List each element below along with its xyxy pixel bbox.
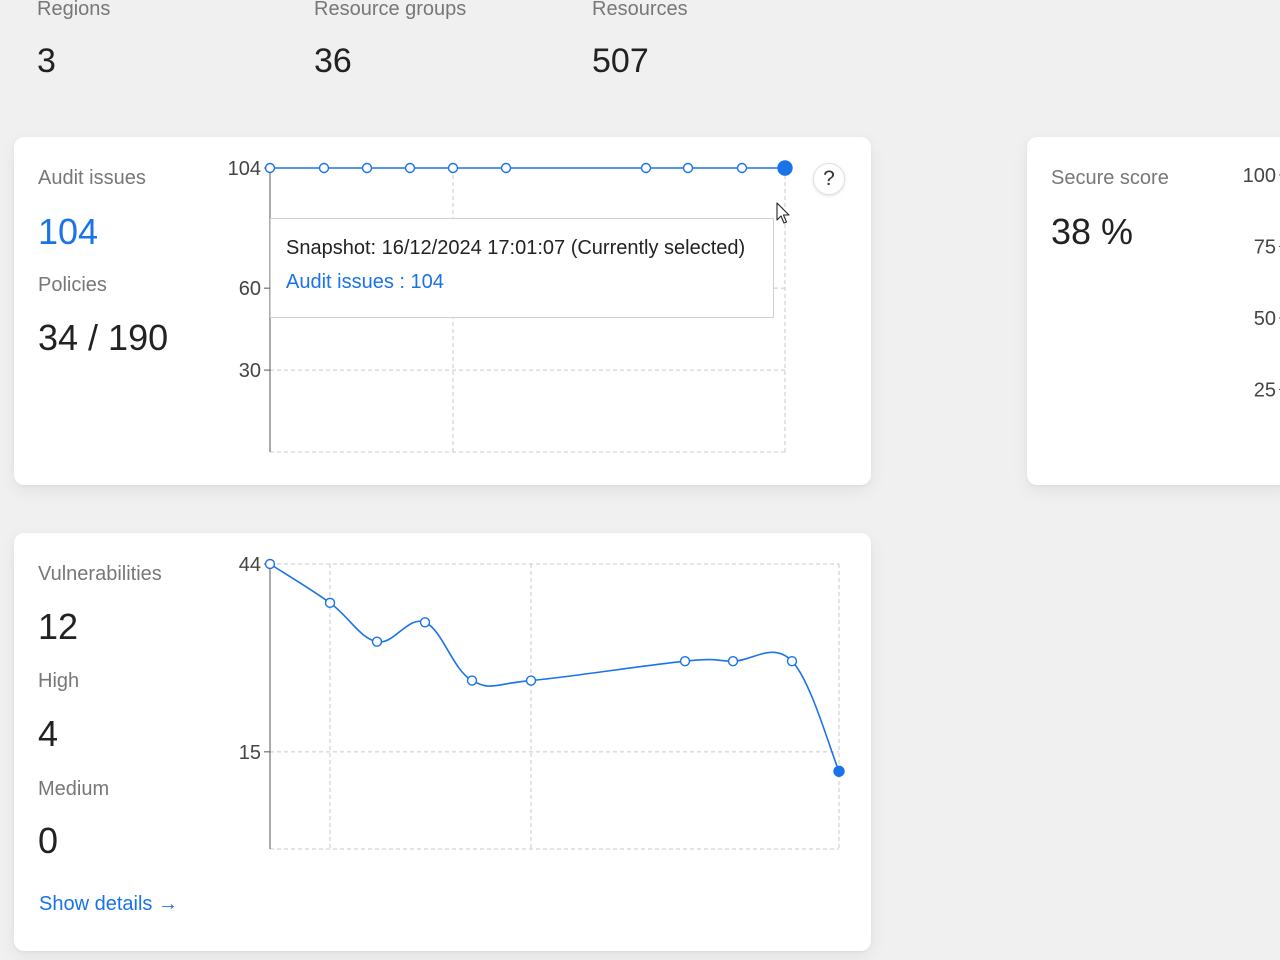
y-tick-label: 50	[1254, 308, 1276, 330]
tooltip-value: Audit issues : 104	[286, 271, 444, 293]
y-tick-label: 25	[1254, 380, 1276, 402]
stat-resource-groups-value: 36	[314, 42, 352, 80]
help-button[interactable]: ?	[813, 163, 845, 195]
stat-resources-label: Resources	[592, 0, 688, 20]
series-line	[269, 563, 840, 772]
stat-regions-value: 3	[37, 42, 56, 80]
y-tick-label: 100	[1243, 165, 1276, 187]
data-point	[679, 655, 691, 667]
stat-resource-groups-label: Resource groups	[314, 0, 467, 20]
data-point	[371, 636, 383, 647]
data-point	[727, 655, 739, 667]
data-point	[264, 162, 276, 174]
vulnerabilities-chart[interactable]: 44 15	[14, 533, 871, 951]
y-tick-label: 104	[228, 158, 261, 180]
secure-score-chart[interactable]: 100 75 50 25	[1027, 137, 1280, 485]
stat-regions-label: Regions	[37, 0, 111, 20]
data-point-selected	[777, 160, 793, 176]
data-point	[404, 162, 416, 174]
y-tick-label: 44	[239, 554, 261, 576]
data-point	[361, 162, 373, 174]
y-tick-label: 30	[239, 360, 261, 382]
data-point	[447, 162, 459, 174]
data-point	[419, 617, 431, 628]
mouse-cursor-icon	[776, 202, 790, 224]
data-point	[264, 558, 276, 570]
data-point	[500, 162, 512, 174]
tooltip-snapshot: Snapshot: 16/12/2024 17:01:07 (Currently…	[286, 237, 746, 259]
question-icon: ?	[823, 167, 835, 190]
data-point	[786, 655, 798, 667]
audit-card: Audit issues 104 Policies 34 / 190 104 60…	[14, 137, 871, 485]
y-tick-label: 15	[239, 742, 261, 764]
data-point	[640, 162, 652, 174]
y-tick-label: 75	[1254, 237, 1276, 259]
data-point-selected	[833, 765, 845, 777]
data-point	[682, 162, 694, 174]
data-point	[466, 675, 478, 686]
y-tick-label: 60	[239, 278, 261, 300]
vulnerabilities-card: Vulnerabilities 12 High 4 Medium 0 Show …	[14, 533, 871, 951]
data-point	[525, 675, 537, 686]
data-point	[318, 162, 330, 174]
stat-resources-value: 507	[592, 42, 649, 80]
secure-score-card: Secure score 38 % 100 75 50 25	[1027, 137, 1280, 485]
chart-tooltip: Snapshot: 16/12/2024 17:01:07 (Currently…	[270, 218, 774, 318]
data-point	[736, 162, 748, 174]
data-point	[324, 597, 336, 609]
